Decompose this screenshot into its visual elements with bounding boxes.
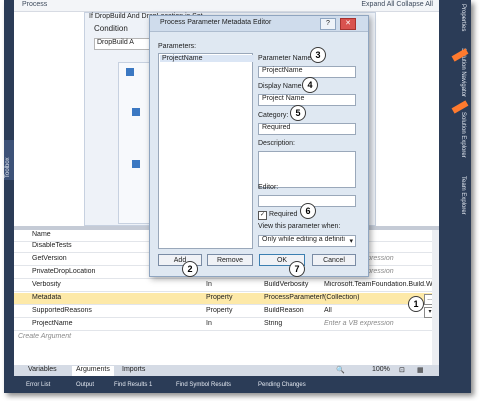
display-name-field[interactable]: Project Name: [258, 94, 356, 106]
required-checkbox[interactable]: ✓: [258, 211, 267, 220]
condition-label: Condition: [94, 24, 128, 33]
callout-6: 6: [300, 203, 316, 219]
toolbox-tab[interactable]: Toolbox: [4, 140, 14, 180]
overview-icon[interactable]: ▦: [417, 366, 424, 374]
parameter-name-label: Parameter Name:: [258, 55, 314, 62]
arg-type[interactable]: ProcessParameterM: [264, 294, 324, 301]
view-when-value: Only while editing a definiti: [262, 236, 345, 243]
callout-1: 1: [408, 296, 424, 312]
tab-pending-changes[interactable]: Pending Changes: [258, 382, 306, 388]
tab-find-symbol-results[interactable]: Find Symbol Results: [176, 382, 231, 388]
arg-name: SupportedReasons: [32, 307, 92, 314]
metadata-editor-dialog: Process Parameter Metadata Editor ? ✕ Pa…: [149, 15, 369, 277]
parameters-list[interactable]: ProjectName: [158, 53, 254, 249]
chevron-down-icon[interactable]: ▾: [349, 237, 353, 245]
tab-error-list[interactable]: Error List: [26, 382, 50, 388]
dialog-titlebar[interactable]: Process Parameter Metadata Editor ? ✕: [150, 16, 368, 32]
description-label: Description:: [258, 140, 295, 147]
arg-direction[interactable]: Property: [206, 307, 261, 314]
properties-tab-label: Properties: [460, 4, 466, 32]
activity-icon: [132, 108, 140, 116]
category-field[interactable]: Required: [258, 123, 356, 135]
arg-name: ProjectName: [32, 320, 73, 327]
table-row[interactable]: Verbosity In BuildVerbosity Microsoft.Te…: [14, 280, 439, 292]
grid-scrollbar[interactable]: [432, 230, 439, 365]
zoom-level[interactable]: 100%: [372, 366, 390, 373]
table-row-selected[interactable]: Metadata Property ProcessParameterM (Col…: [14, 293, 439, 305]
vs-window: Toolbox Process Expand All Collapse All …: [4, 0, 471, 393]
callout-5: 5: [290, 105, 306, 121]
activity-icon: [126, 68, 134, 76]
dialog-title: Process Parameter Metadata Editor: [160, 19, 272, 26]
create-argument-link[interactable]: Create Argument: [18, 333, 188, 340]
arg-default[interactable]: Microsoft.TeamFoundation.Build.Wo: [324, 281, 434, 288]
callout-7: 7: [289, 261, 305, 277]
view-when-label: View this parameter when:: [258, 223, 341, 230]
close-icon[interactable]: ✕: [340, 18, 356, 30]
designer-tabs: Variables Arguments Imports 🔍 100% ⊡ ▦: [14, 365, 439, 376]
arg-direction[interactable]: Property: [206, 294, 261, 301]
callout-3: 3: [310, 47, 326, 63]
arg-name: Verbosity: [32, 281, 61, 288]
remove-button[interactable]: Remove: [207, 254, 253, 266]
tab-output[interactable]: Output: [76, 382, 94, 388]
arg-type[interactable]: BuildVerbosity: [264, 281, 324, 288]
display-name-label: Display Name:: [258, 83, 304, 90]
arg-direction[interactable]: In: [206, 320, 261, 327]
table-row[interactable]: SupportedReasons Property BuildReason Al…: [14, 306, 439, 318]
create-argument-row[interactable]: Create Argument: [14, 332, 439, 343]
solution-explorer-tab-label: Solution Explorer: [460, 112, 466, 158]
arg-type[interactable]: BuildReason: [264, 307, 324, 314]
tab-find-results[interactable]: Find Results 1: [114, 382, 152, 388]
help-button[interactable]: ?: [320, 18, 336, 30]
arg-type[interactable]: String: [264, 320, 324, 327]
zoom-in-icon[interactable]: 🔍: [336, 366, 345, 374]
activity-icon: [132, 160, 140, 168]
left-toolbar: Toolbox: [4, 0, 14, 393]
arg-default[interactable]: Enter a VB expression: [324, 320, 434, 327]
tool-window-tabs: Error List Output Find Results 1 Find Sy…: [14, 378, 446, 393]
description-field[interactable]: [258, 151, 356, 188]
tab-imports[interactable]: Imports: [118, 366, 149, 376]
designer-title: Process: [22, 1, 48, 8]
list-item[interactable]: ProjectName: [160, 55, 254, 62]
callout-2: 2: [182, 261, 198, 277]
fit-to-screen-icon[interactable]: ⊡: [399, 366, 405, 374]
designer-header: Process Expand All Collapse All: [14, 0, 439, 12]
editor-label: Editor:: [258, 184, 279, 191]
tab-arguments[interactable]: Arguments: [72, 366, 114, 376]
arg-name: Metadata: [32, 294, 62, 301]
table-row[interactable]: ProjectName In String Enter a VB express…: [14, 319, 439, 331]
required-label: Required: [269, 211, 298, 218]
arg-direction[interactable]: In: [206, 281, 261, 288]
category-label: Category:: [258, 112, 289, 119]
toolbox-tab-label: Toolbox: [5, 157, 11, 178]
team-explorer-tab-label: Team Explorer: [460, 176, 466, 215]
parameters-label: Parameters:: [158, 43, 197, 50]
callout-4: 4: [302, 77, 318, 93]
tab-variables[interactable]: Variables: [24, 366, 61, 376]
parameter-name-field[interactable]: ProjectName: [258, 66, 356, 78]
view-when-dropdown[interactable]: Only while editing a definiti ▾: [258, 235, 356, 247]
expand-collapse-links[interactable]: Expand All Collapse All: [361, 1, 433, 8]
cancel-button[interactable]: Cancel: [312, 254, 356, 266]
